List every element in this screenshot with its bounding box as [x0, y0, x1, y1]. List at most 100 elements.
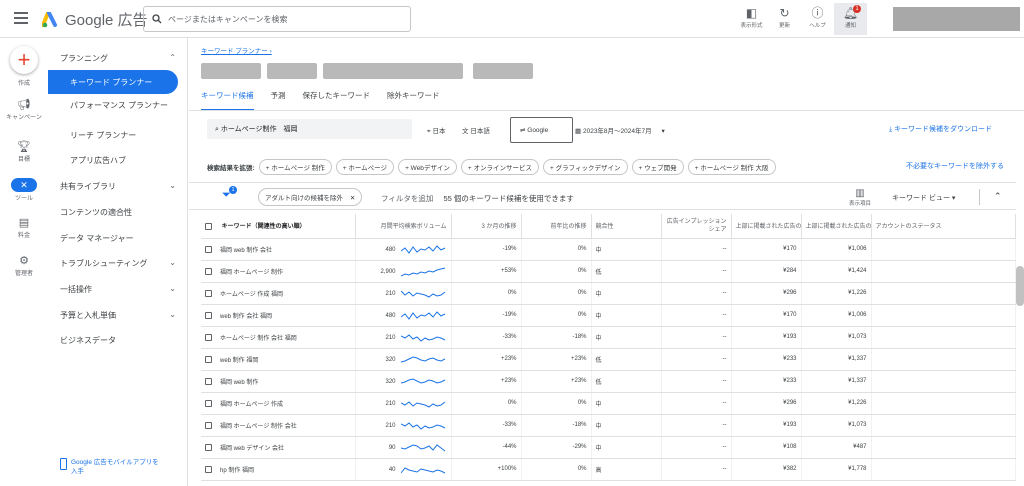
- nav-troubleshooting[interactable]: トラブルシューティング ⌄: [60, 258, 184, 269]
- competition-cell: 中: [591, 304, 662, 327]
- rail-item-tools[interactable]: ✕ ツール: [0, 178, 48, 202]
- keyword-cell[interactable]: 福岡 ホームページ 制作 会社: [201, 414, 356, 437]
- nav-reach-planner[interactable]: リーチ プランナー: [70, 130, 194, 141]
- view-selector[interactable]: キーワード ビュー ▾: [892, 193, 955, 203]
- column-header-account-status[interactable]: アカウントのステータス: [871, 214, 1016, 239]
- date-range-filter[interactable]: ▦ 2023年8月～2024年7月 ▾: [575, 125, 665, 135]
- download-keywords-button[interactable]: ⤓ キーワード候補をダウンロード: [889, 124, 992, 134]
- row-checkbox[interactable]: [205, 444, 212, 452]
- row-checkbox[interactable]: [205, 400, 212, 408]
- scrollbar[interactable]: [1016, 266, 1024, 306]
- row-checkbox[interactable]: [205, 422, 212, 430]
- nav-planning[interactable]: プランニング ⌃: [60, 53, 184, 64]
- expand-chip[interactable]: + Webデザイン: [398, 159, 457, 175]
- chevron-up-icon[interactable]: ⌃: [994, 191, 1002, 202]
- tab-forecast[interactable]: 予測: [271, 90, 286, 111]
- nav-budget-bidding[interactable]: 予算と入札単価 ⌄: [60, 310, 184, 321]
- close-icon[interactable]: ✕: [350, 195, 355, 202]
- keyword-cell[interactable]: web 制作 会社 福岡: [201, 304, 356, 327]
- keyword-search-field[interactable]: ⌕ ホームページ制作 福岡: [207, 119, 412, 139]
- nav-app-hub[interactable]: アプリ広告ハブ: [70, 155, 194, 166]
- network-filter[interactable]: ⇌ Google: [510, 117, 573, 143]
- tab-saved-keywords[interactable]: 保存したキーワード: [303, 90, 371, 111]
- row-checkbox[interactable]: [205, 378, 212, 386]
- refresh-button[interactable]: ↻ 更新: [768, 3, 801, 35]
- mobile-app-link[interactable]: Google 広告モバイルアプリを入手: [60, 458, 161, 476]
- table-row[interactable]: ホームページ 制作 会社 福岡 210 -33% -18% 中 -- ¥193 ¥1,073: [201, 326, 1016, 349]
- table-row[interactable]: 福岡 web 制作 会社 480 -19% 0% 中 -- ¥170 ¥1,006: [201, 238, 1016, 261]
- rail-item-campaigns[interactable]: 📢︎ キャンペーン: [0, 98, 48, 121]
- table-row[interactable]: 福岡 web デザイン 会社 90 -44% -29% 中 -- ¥108 ¥487: [201, 436, 1016, 459]
- column-header-competition[interactable]: 競合性: [591, 214, 662, 239]
- select-all-checkbox[interactable]: [205, 223, 212, 231]
- keyword-cell[interactable]: 福岡 ホームページ 制作: [201, 260, 356, 283]
- nav-keyword-planner[interactable]: キーワード プランナー: [48, 70, 178, 94]
- row-checkbox[interactable]: [205, 290, 212, 298]
- table-row[interactable]: hp 制作 福岡 40 +100% 0% 高 -- ¥382 ¥1,778: [201, 458, 1016, 481]
- keyword-cell[interactable]: 福岡 ホームページ 作成: [201, 392, 356, 415]
- keyword-cell[interactable]: web 制作 福岡: [201, 348, 356, 371]
- table-row[interactable]: 福岡 web 制作 320 +23% +23% 低 -- ¥233 ¥1,337: [201, 370, 1016, 393]
- expand-chip[interactable]: + ウェブ開発: [631, 159, 684, 175]
- expand-chip[interactable]: + ホームページ: [335, 159, 395, 175]
- nav-content-suitability[interactable]: コンテンツの適合性: [60, 207, 184, 218]
- column-header-3month[interactable]: 3 か月の推移: [451, 214, 522, 239]
- column-header-bid-low[interactable]: 上部に掲載された広告の入札単価（低額帯）: [731, 214, 802, 239]
- table-row[interactable]: ホームページ 作成 福岡 210 0% 0% 中 -- ¥296 ¥1,226: [201, 282, 1016, 305]
- table-row[interactable]: 福岡 ホームページ 制作 会社 210 -33% -18% 中 -- ¥193 ¥1,073: [201, 414, 1016, 437]
- help-button[interactable]: ⓘ ヘルプ: [801, 3, 834, 35]
- nav-data-manager[interactable]: データ マネージャー: [60, 233, 184, 244]
- column-header-bid-high[interactable]: 上部に掲載された広告の入札単価（高額帯）: [801, 214, 872, 239]
- rail-item-goals[interactable]: 🏆︎ 目標: [0, 140, 48, 163]
- tab-keyword-ideas[interactable]: キーワード候補: [201, 90, 254, 111]
- row-checkbox[interactable]: [205, 246, 212, 254]
- add-filter-button[interactable]: フィルタを追加: [381, 194, 433, 203]
- row-checkbox[interactable]: [205, 356, 212, 364]
- table-row[interactable]: 福岡 ホームページ 制作 2,900 +53% 0% 低 -- ¥284 ¥1,424: [201, 260, 1016, 283]
- expand-chip[interactable]: + オンラインサービス: [460, 159, 540, 175]
- column-header-volume[interactable]: 月間平均検索ボリューム: [355, 214, 452, 239]
- rail-item-billing[interactable]: ▤ 料金: [0, 216, 48, 239]
- trend-sparkline: [400, 290, 445, 298]
- column-header-yoy[interactable]: 前年比の推移: [521, 214, 592, 239]
- account-info[interactable]: [893, 7, 1020, 31]
- row-checkbox[interactable]: [205, 334, 212, 342]
- tab-negative-keywords[interactable]: 除外キーワード: [387, 90, 440, 111]
- expand-chip[interactable]: + グラフィックデザイン: [543, 159, 628, 175]
- nav-shared-library[interactable]: 共有ライブラリ ⌄: [60, 181, 184, 192]
- row-checkbox[interactable]: [205, 466, 212, 474]
- keyword-cell[interactable]: ホームページ 制作 会社 福岡: [201, 326, 356, 349]
- breadcrumb[interactable]: キーワード プランナー ›: [201, 45, 272, 55]
- table-row[interactable]: web 制作 福岡 320 +23% +23% 低 -- ¥233 ¥1,337: [201, 348, 1016, 371]
- appearance-button[interactable]: ◧ 表示形式: [735, 3, 768, 35]
- row-checkbox[interactable]: [205, 312, 212, 320]
- nav-performance-planner[interactable]: パフォーマンス プランナー: [70, 100, 170, 111]
- menu-icon[interactable]: [14, 12, 28, 24]
- table-row[interactable]: web 制作 会社 福岡 480 -19% 0% 中 -- ¥170 ¥1,006: [201, 304, 1016, 327]
- three-month-cell: 0%: [451, 392, 522, 415]
- keyword-cell[interactable]: 福岡 web デザイン 会社: [201, 436, 356, 459]
- language-filter[interactable]: 文 日本語: [462, 125, 490, 135]
- create-button[interactable]: +: [10, 46, 38, 74]
- table-row[interactable]: 福岡 ホームページ 作成 210 0% 0% 中 -- ¥296 ¥1,226: [201, 392, 1016, 415]
- adult-filter-chip[interactable]: アダルト向けの候補を除外 ✕: [258, 188, 363, 206]
- columns-button[interactable]: ▥ 表示項目: [849, 188, 871, 207]
- keyword-cell[interactable]: 福岡 web 制作: [201, 370, 356, 393]
- keyword-cell[interactable]: ホームページ 作成 福岡: [201, 282, 356, 305]
- expand-chip[interactable]: + ホームページ 制作 大阪: [687, 159, 776, 175]
- nav-bulk-actions[interactable]: 一括操作 ⌄: [60, 284, 184, 295]
- chip-label: ホームページ: [348, 165, 388, 172]
- search-input[interactable]: ページまたはキャンペーンを検索: [143, 6, 411, 32]
- rail-item-admin[interactable]: ⚙ 管理者: [0, 254, 48, 277]
- expand-chip[interactable]: + ホームページ 制作: [258, 159, 332, 175]
- location-filter[interactable]: ⌖ 日本: [427, 125, 445, 136]
- exclude-keywords-link[interactable]: 不必要なキーワードを除外する: [906, 161, 1004, 171]
- column-header-keyword[interactable]: キーワード（関連性の高い順）: [201, 214, 356, 239]
- row-checkbox[interactable]: [205, 268, 212, 276]
- column-header-impression-share[interactable]: 広告インプレッション シェア: [661, 214, 732, 239]
- nav-business-data[interactable]: ビジネスデータ: [60, 335, 184, 346]
- google-ads-logo[interactable]: Google 広告: [42, 9, 148, 30]
- keyword-cell[interactable]: hp 制作 福岡: [201, 458, 356, 481]
- keyword-cell[interactable]: 福岡 web 制作 会社: [201, 238, 356, 261]
- notifications-button[interactable]: 🔔︎ 1 通知: [834, 3, 867, 35]
